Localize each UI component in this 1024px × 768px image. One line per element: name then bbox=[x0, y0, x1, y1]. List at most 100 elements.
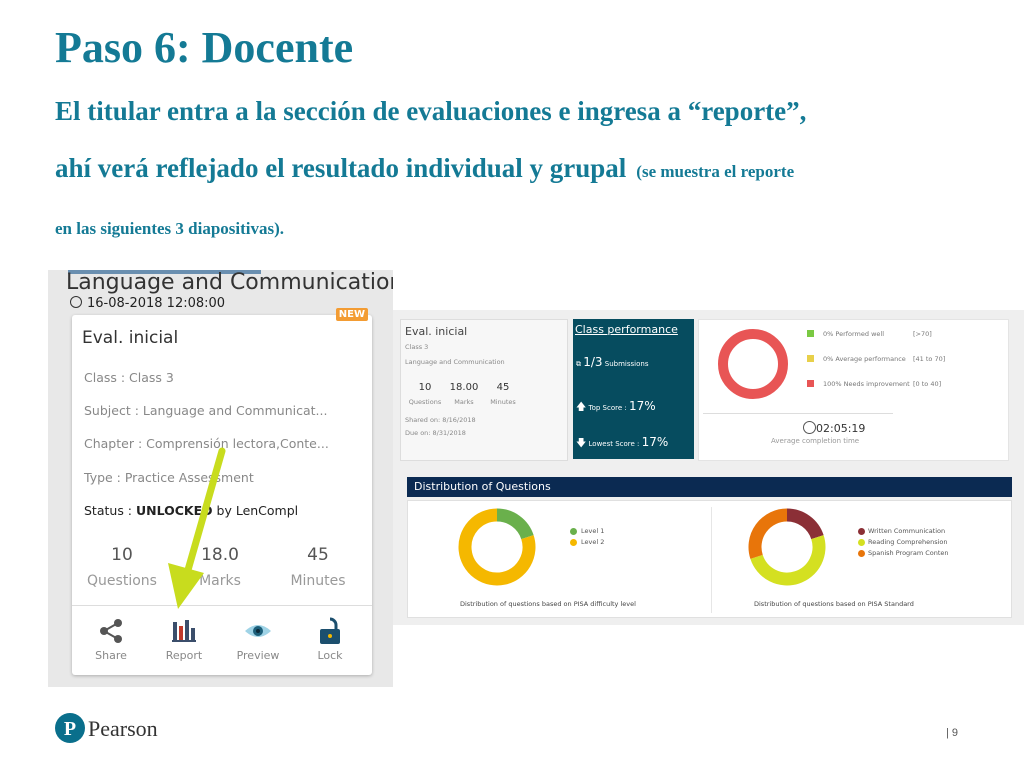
eval-marks-value: 18.00 bbox=[449, 382, 479, 393]
legend-average: 0% Average performance bbox=[823, 355, 906, 363]
eval-marks-label: Marks bbox=[454, 398, 474, 406]
legend-needs-improvement: 100% Needs improvement bbox=[823, 380, 910, 388]
legend-range: [0 to 40] bbox=[913, 380, 942, 388]
arrow-down-icon: 🡇 bbox=[576, 438, 587, 449]
difficulty-segment-0 bbox=[496, 508, 534, 540]
class-performance-title[interactable]: Class performance bbox=[575, 323, 678, 336]
distribution-header: Distribution of Questions bbox=[407, 477, 1012, 497]
subject-line: Subject : Language and Communicat... bbox=[84, 403, 328, 418]
assessment-card-screenshot: Language and Communication 16-08-2018 12… bbox=[48, 270, 393, 687]
svg-text:P: P bbox=[64, 718, 76, 740]
eye-icon bbox=[228, 618, 288, 644]
eval-title: Eval. inicial bbox=[405, 325, 468, 338]
completion-time-value: 02:05:19 bbox=[816, 422, 866, 435]
assessment-title[interactable]: Eval. inicial bbox=[82, 328, 178, 348]
status-prefix: Status : bbox=[84, 503, 136, 518]
page-number: | 9 bbox=[946, 727, 959, 739]
subtitle-line-2: ahí verá reflejado el resultado individu… bbox=[55, 153, 794, 184]
share-button[interactable]: Share bbox=[81, 618, 141, 662]
legend-swatch-performed-well bbox=[807, 330, 814, 337]
slide-title: Paso 6: Docente bbox=[55, 23, 354, 72]
legend-spanish: Spanish Program Conten bbox=[868, 549, 949, 557]
lock-label: Lock bbox=[317, 649, 343, 662]
standard-segment-1 bbox=[750, 535, 826, 586]
course-datetime: 16-08-2018 12:08:00 bbox=[70, 296, 225, 311]
course-title: Language and Communication bbox=[66, 270, 393, 295]
top-score-row: 🡅 Top Score : 17% bbox=[576, 399, 656, 417]
chart-divider bbox=[703, 413, 893, 414]
legend-swatch-written bbox=[858, 528, 865, 535]
difficulty-donut bbox=[458, 508, 536, 586]
timer-icon bbox=[803, 421, 816, 434]
stat-label: Questions bbox=[87, 573, 157, 589]
legend-swatch-spanish bbox=[858, 550, 865, 557]
lowest-score-label: Lowest Score : bbox=[588, 440, 642, 448]
performance-chart-panel: 0% Performed well [>70] 0% Average perfo… bbox=[698, 319, 1009, 461]
top-score-value: 17% bbox=[628, 399, 656, 413]
eval-minutes-value: 45 bbox=[496, 382, 510, 393]
pointer-arrow-icon bbox=[168, 447, 226, 609]
eval-questions-label: Questions bbox=[408, 398, 442, 406]
preview-button[interactable]: Preview bbox=[228, 618, 288, 662]
arrow-up-icon: 🡅 bbox=[576, 402, 587, 413]
lock-button[interactable]: Lock bbox=[300, 617, 360, 662]
lock-icon bbox=[300, 617, 360, 644]
course-datetime-text: 16-08-2018 12:08:00 bbox=[87, 296, 226, 311]
report-dashboard-screenshot: Eval. inicial Class 3 Language and Commu… bbox=[393, 310, 1024, 625]
difficulty-donut-segments bbox=[458, 508, 536, 586]
eval-due-on: Due on: 8/31/2018 bbox=[405, 429, 466, 437]
stat-minutes: 45 Minutes bbox=[278, 545, 358, 589]
share-icon bbox=[81, 618, 141, 644]
distribution-panel: Level 1 Level 2 Distribution of question… bbox=[407, 500, 1012, 618]
pearson-brand: Pearson bbox=[88, 716, 158, 741]
standard-segment-0 bbox=[786, 508, 824, 540]
report-button[interactable]: Report bbox=[154, 618, 214, 662]
legend-level-1: Level 1 bbox=[581, 527, 605, 535]
legend-reading: Reading Comprehension bbox=[868, 538, 948, 546]
standard-donut-segments bbox=[748, 508, 826, 586]
page-number-value: 9 bbox=[951, 727, 959, 739]
performance-segment-2 bbox=[718, 329, 788, 399]
subtitle-line-2-main: ahí verá reflejado el resultado individu… bbox=[55, 153, 627, 183]
eval-minutes-label: Minutes bbox=[490, 398, 516, 406]
subtitle-line-1: El titular entra a la sección de evaluac… bbox=[55, 96, 807, 126]
submissions-value: 1/3 bbox=[583, 355, 603, 369]
top-score-label: Top Score : bbox=[588, 404, 629, 412]
copy-icon: ⧉ bbox=[576, 360, 581, 368]
stat-value: 45 bbox=[307, 545, 329, 565]
performance-donut bbox=[718, 329, 788, 399]
stat-label: Minutes bbox=[290, 573, 346, 589]
difficulty-caption: Distribution of questions based on PISA … bbox=[460, 600, 636, 608]
legend-swatch-average bbox=[807, 355, 814, 362]
stat-value: 10 bbox=[111, 545, 133, 565]
clock-icon bbox=[70, 296, 82, 308]
legend-swatch-level-1 bbox=[570, 528, 577, 535]
preview-label: Preview bbox=[236, 649, 280, 662]
new-badge: NEW bbox=[335, 308, 368, 321]
lowest-score-value: 17% bbox=[641, 435, 669, 449]
submissions-row: ⧉ 1/3 Submissions bbox=[576, 355, 648, 369]
legend-swatch-reading bbox=[858, 539, 865, 546]
completion-time-label: Average completion time bbox=[771, 437, 860, 445]
performance-donut-segments bbox=[718, 329, 788, 399]
class-line: Class : Class 3 bbox=[84, 370, 174, 385]
eval-class: Class 3 bbox=[405, 343, 429, 351]
pearson-logo-icon: P bbox=[55, 713, 85, 743]
distribution-divider bbox=[711, 507, 712, 613]
completion-time: 02:05:19 bbox=[803, 421, 865, 435]
legend-swatch-level-2 bbox=[570, 539, 577, 546]
subtitle-line-2-note: (se muestra el reporte bbox=[636, 162, 795, 181]
submissions-label: Submissions bbox=[604, 360, 649, 368]
report-label: Report bbox=[165, 649, 203, 662]
eval-shared-on: Shared on: 8/16/2018 bbox=[405, 416, 476, 424]
eval-subject: Language and Communication bbox=[405, 358, 505, 366]
bar-chart-icon bbox=[154, 618, 214, 644]
eval-questions-value: 10 bbox=[418, 382, 432, 393]
legend-range: [>70] bbox=[913, 330, 932, 338]
stat-questions: 10 Questions bbox=[82, 545, 162, 589]
lowest-score-row: 🡇 Lowest Score : 17% bbox=[576, 435, 668, 453]
eval-summary-panel: Eval. inicial Class 3 Language and Commu… bbox=[400, 319, 568, 461]
subtitle-line-3: en las siguientes 3 diapositivas). bbox=[55, 219, 285, 238]
standard-donut bbox=[748, 508, 826, 586]
standard-segment-2 bbox=[748, 508, 788, 559]
